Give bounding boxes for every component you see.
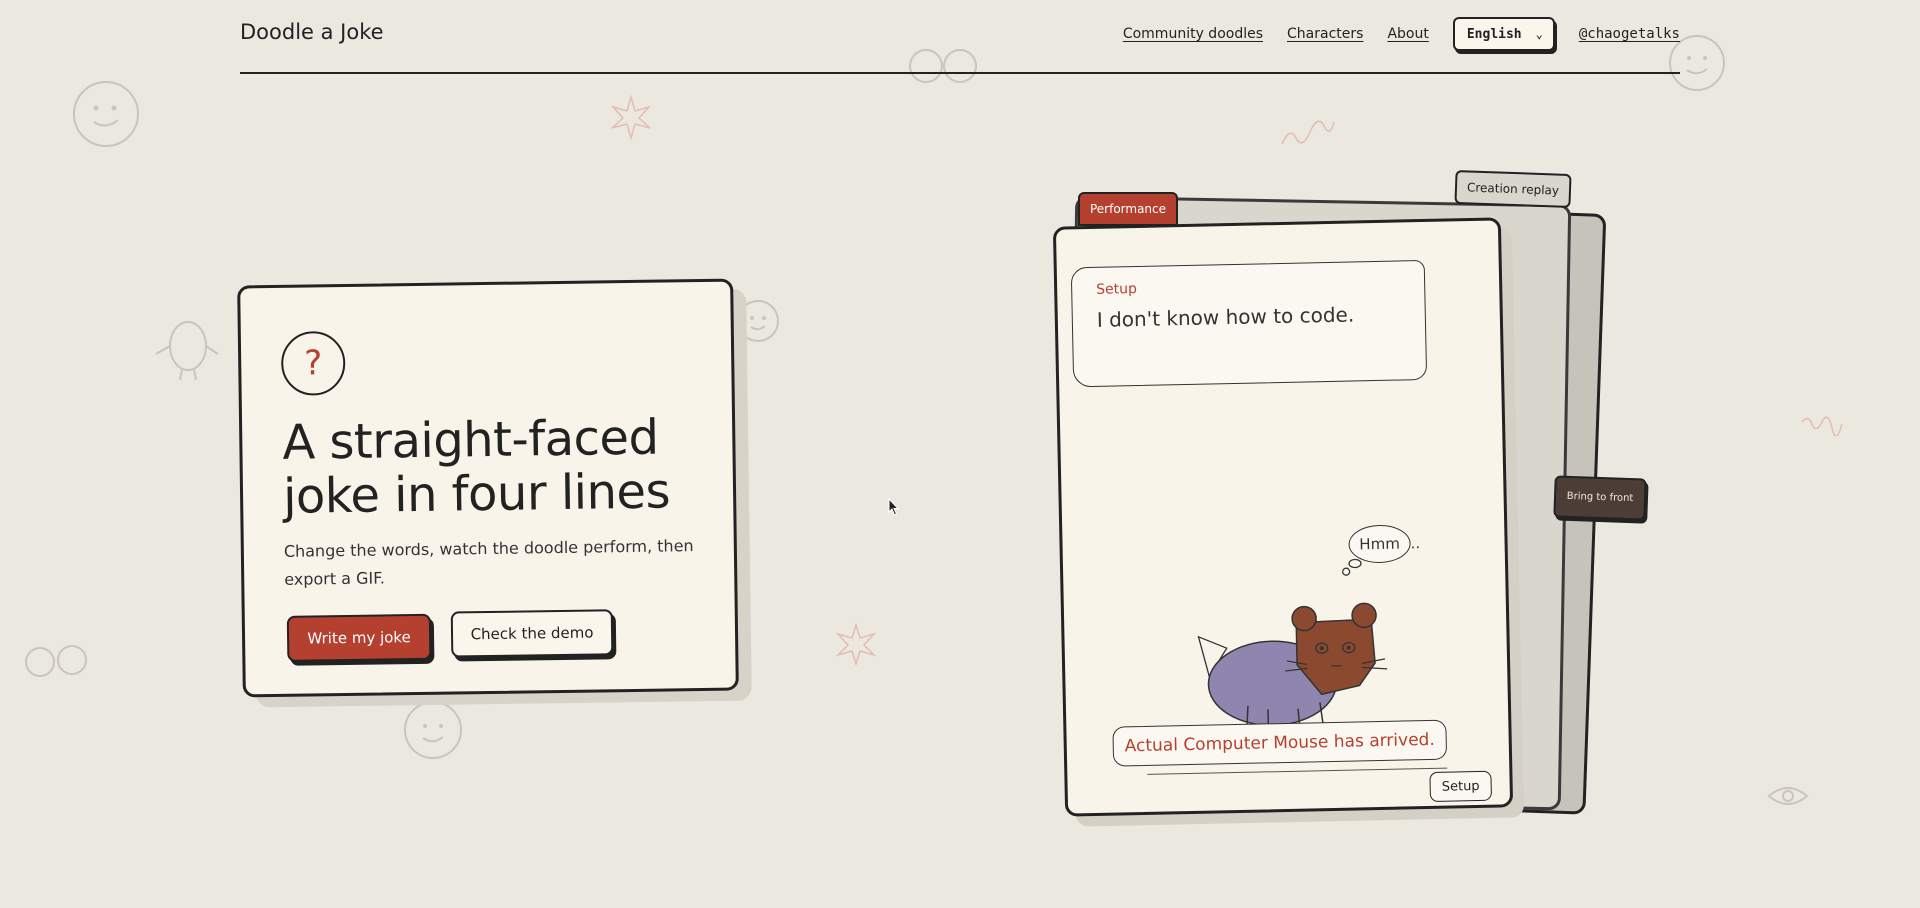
smiley-doodle-icon (404, 701, 462, 759)
question-mark-icon: ? (280, 330, 346, 396)
chevron-down-icon: ⌄ (1535, 27, 1543, 41)
squiggle-doodle-icon (1281, 120, 1335, 145)
mouse-pointer-icon (888, 498, 900, 516)
setup-badge-button[interactable]: Setup (1429, 770, 1492, 802)
star-doodle-icon (835, 622, 877, 666)
brand-logo[interactable]: Doodle a Joke (240, 20, 384, 44)
thought-trail-dots: .. (1410, 534, 1421, 553)
hero-description: Change the words, watch the doodle perfo… (283, 536, 694, 589)
tab-creation-replay[interactable]: Creation replay (1454, 169, 1572, 209)
site-header: Doodle a Joke Community doodles Characte… (240, 0, 1680, 74)
hero-card: ? A straight-faced joke in four lines Ch… (237, 278, 739, 698)
nav-community-doodles[interactable]: Community doodles (1123, 26, 1263, 42)
setup-speech-box[interactable]: Setup I don't know how to code. (1070, 259, 1428, 388)
speech-label: Setup (1096, 281, 1138, 298)
language-select[interactable]: English ⌄ (1452, 17, 1555, 51)
hero-title: A straight-faced joke in four lines (281, 409, 671, 525)
performance-stage-card: Setup I don't know how to code. Hmm .. A… (1052, 217, 1514, 817)
caption-box[interactable]: Actual Computer Mouse has arrived. (1112, 719, 1448, 767)
smiley-doodle-icon (73, 81, 139, 147)
eye-doodle-icon (1767, 787, 1809, 805)
caption-divider (1147, 767, 1448, 775)
check-demo-button[interactable]: Check the demo (450, 609, 614, 658)
glasses-doodle-icon (25, 645, 87, 677)
social-handle-link[interactable]: @chaogetalks (1579, 26, 1680, 42)
bring-to-front-button[interactable]: Bring to front (1553, 475, 1647, 521)
thought-text: Hmm (1359, 534, 1401, 554)
star-doodle-icon (610, 94, 652, 140)
egg-figure-doodle-icon (155, 321, 219, 381)
thought-bubble-tail-icon (1342, 558, 1362, 576)
tab-performance[interactable]: Performance (1078, 192, 1178, 226)
speech-text: I don't know how to code. (1096, 302, 1355, 332)
main-nav: Community doodles Characters About Engli… (1123, 17, 1680, 51)
nav-characters[interactable]: Characters (1287, 26, 1363, 42)
nav-about[interactable]: About (1387, 26, 1428, 42)
language-select-value: English (1466, 26, 1522, 42)
squiggle-doodle-icon (1801, 416, 1843, 436)
computer-mouse-character-icon[interactable] (1196, 593, 1399, 737)
write-my-joke-button[interactable]: Write my joke (286, 613, 432, 662)
